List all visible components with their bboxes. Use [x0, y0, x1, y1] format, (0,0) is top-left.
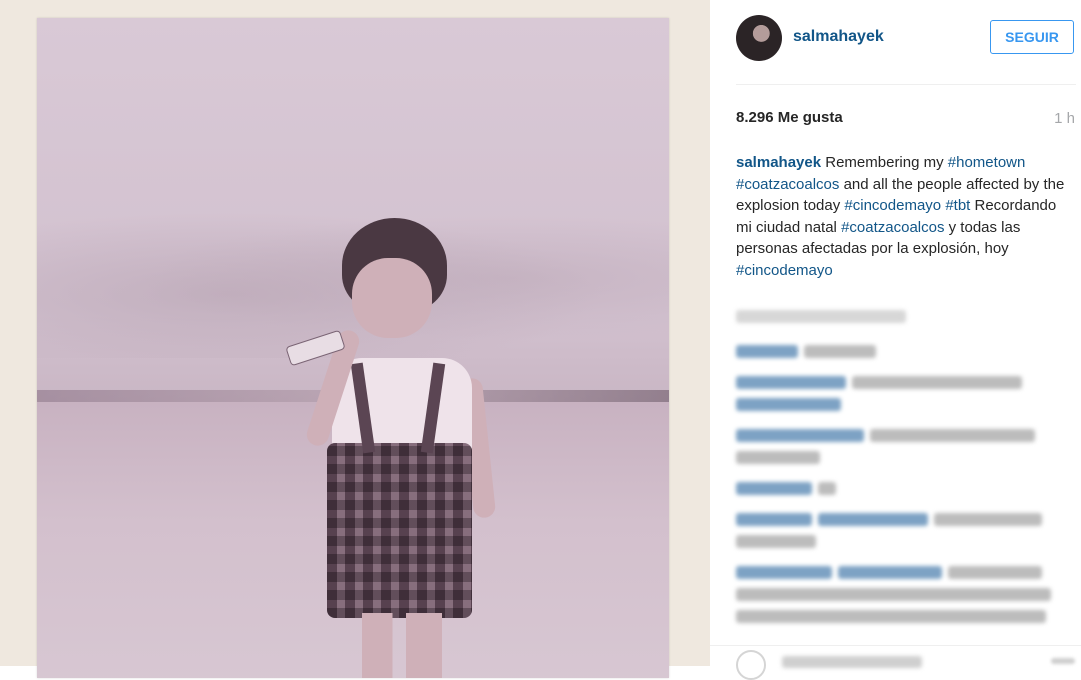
post-username[interactable]: salmahayek — [793, 28, 884, 46]
comment-text — [948, 566, 1042, 580]
comment-text — [736, 535, 816, 549]
post-photo-panel — [0, 0, 710, 678]
comment-text — [736, 451, 820, 465]
header-divider — [736, 84, 1076, 85]
comment-text — [736, 610, 1046, 624]
comments-list — [736, 310, 1066, 637]
hashtag-link[interactable]: #hometown — [948, 154, 1026, 171]
hashtag-link[interactable]: #cincodemayo — [844, 197, 941, 214]
comment-username[interactable] — [736, 566, 832, 580]
hashtag-link[interactable]: #tbt — [945, 197, 970, 214]
comment-username[interactable] — [736, 345, 798, 359]
caption-segment: Remembering my — [821, 154, 948, 171]
caption-text: Remembering my #hometown #coatzacoalcos … — [736, 154, 1064, 279]
post-timestamp: 1 h — [1054, 110, 1075, 127]
likes-count[interactable]: 8.296 Me gusta — [736, 109, 843, 126]
list-item — [736, 509, 1066, 553]
comment-mention[interactable] — [818, 513, 928, 527]
list-item — [736, 341, 1066, 363]
comment-mention[interactable] — [736, 398, 841, 412]
list-item — [736, 562, 1066, 628]
follow-button[interactable]: SEGUIR — [990, 20, 1074, 54]
comment-text — [934, 513, 1042, 527]
comment-text — [818, 482, 836, 496]
child-face — [352, 258, 432, 338]
post-header: salmahayek SEGUIR — [710, 0, 1081, 84]
list-item — [736, 425, 1066, 469]
heart-icon[interactable] — [736, 650, 766, 680]
add-comment-input[interactable] — [782, 656, 922, 668]
post-caption: salmahayek Remembering my #hometown #coa… — [736, 152, 1066, 281]
avatar[interactable] — [736, 15, 782, 61]
comment-text — [852, 376, 1022, 390]
comment-username[interactable] — [736, 429, 864, 443]
list-item — [736, 478, 1066, 500]
comment-username[interactable] — [736, 376, 846, 390]
view-all-comments-link[interactable] — [736, 310, 906, 323]
hashtag-link[interactable]: #coatzacoalcos — [841, 219, 944, 236]
comment-username[interactable] — [736, 513, 812, 527]
comment-text — [804, 345, 876, 359]
more-options-icon[interactable] — [1051, 658, 1075, 664]
comment-mention[interactable] — [838, 566, 942, 580]
footer-divider — [710, 645, 1081, 646]
comment-text — [870, 429, 1035, 443]
hashtag-link[interactable]: #cincodemayo — [736, 262, 833, 279]
caption-username[interactable]: salmahayek — [736, 154, 821, 171]
list-item — [736, 372, 1066, 416]
hashtag-link[interactable]: #coatzacoalcos — [736, 176, 839, 193]
comment-username[interactable] — [736, 482, 812, 496]
photo-child-figure — [285, 218, 507, 678]
child-legs — [362, 613, 442, 678]
post-photo[interactable] — [37, 18, 669, 678]
post-sidebar: salmahayek SEGUIR 8.296 Me gusta 1 h sal… — [710, 0, 1081, 680]
comment-text — [736, 588, 1051, 602]
child-overall — [327, 443, 472, 618]
